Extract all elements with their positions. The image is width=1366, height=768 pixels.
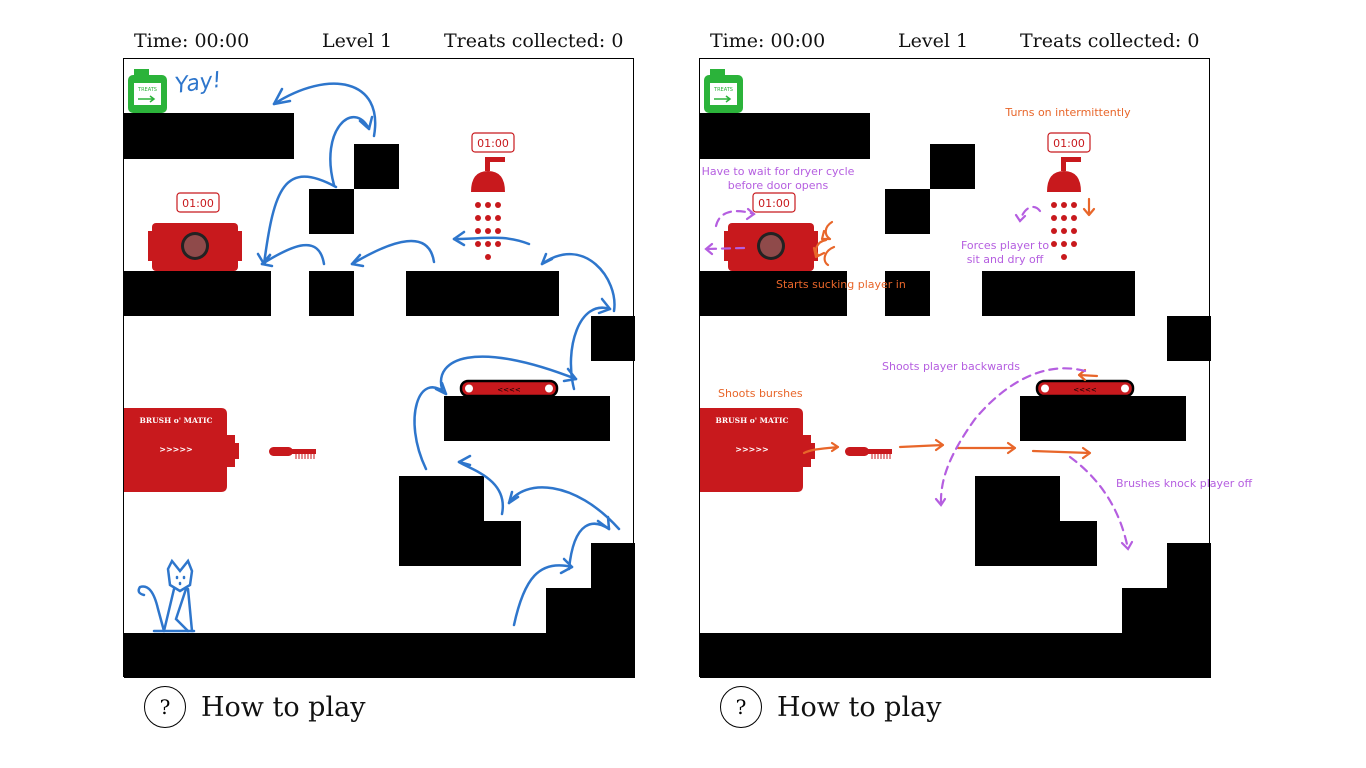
svg-text:01:00: 01:00 xyxy=(758,197,790,210)
platform xyxy=(591,543,635,588)
note-turns-on: Turns on intermittently xyxy=(1004,106,1131,119)
svg-text:01:00: 01:00 xyxy=(477,137,509,150)
time-display: Time: 00:00 xyxy=(134,30,250,52)
svg-text:BRUSH o' MATIC: BRUSH o' MATIC xyxy=(140,416,213,425)
brush-projectile xyxy=(269,447,316,459)
platform xyxy=(309,271,354,316)
platform xyxy=(700,113,870,159)
platform xyxy=(591,316,635,361)
shower-hazard: 01:00 xyxy=(471,132,515,260)
treat-jar-icon[interactable]: TREATS xyxy=(704,69,743,113)
treat-jar-icon[interactable]: TREATS xyxy=(128,69,167,113)
svg-text:BRUSH o' MATIC: BRUSH o' MATIC xyxy=(716,416,789,425)
dryer-hazard: 01:00 xyxy=(724,192,818,271)
cat-player xyxy=(137,558,196,633)
svg-text:01:00: 01:00 xyxy=(1053,137,1085,150)
yay-handwriting: Yay! xyxy=(173,68,223,99)
svg-text:TREATS: TREATS xyxy=(137,87,157,93)
how-to-play-label[interactable]: How to play xyxy=(777,692,941,723)
treats-counter: Treats collected: 0 xyxy=(1020,30,1200,52)
platform xyxy=(975,521,1097,566)
time-display: Time: 00:00 xyxy=(710,30,826,52)
svg-text:>>>>>: >>>>> xyxy=(159,445,193,454)
platform xyxy=(1167,543,1211,588)
note-forces-2: sit and dry off xyxy=(967,253,1044,266)
platform xyxy=(124,113,294,159)
level-display: Level 1 xyxy=(898,30,969,52)
note-brushes-knock: Brushes knock player off xyxy=(1116,477,1253,490)
platform xyxy=(982,271,1135,316)
platform xyxy=(885,189,930,234)
svg-text:>>>>>: >>>>> xyxy=(735,445,769,454)
brush-projectile xyxy=(845,447,892,459)
left-game-panel: Time: 00:00 Level 1 Treats collected: 0 xyxy=(120,0,640,768)
platform xyxy=(399,521,521,566)
platform xyxy=(406,271,559,316)
note-sucking: Starts sucking player in xyxy=(776,278,906,291)
platform xyxy=(309,189,354,234)
floor xyxy=(700,633,1211,678)
platform xyxy=(975,476,1060,521)
platform xyxy=(1020,396,1186,441)
platform xyxy=(930,144,975,189)
help-icon[interactable]: ? xyxy=(720,686,762,728)
platform xyxy=(354,144,399,189)
how-to-play[interactable]: ? How to play xyxy=(144,686,365,728)
note-shoots-brushes: Shoots burshes xyxy=(718,387,803,400)
level-display: Level 1 xyxy=(322,30,393,52)
floor xyxy=(124,633,635,678)
note-shoots-backwards: Shoots player backwards xyxy=(882,360,1020,373)
brush-o-matic: BRUSH o' MATIC >>>>> xyxy=(124,408,239,492)
game-board[interactable]: TREATS Yay! 01:00 01:00 <<<< BRUSH o' MA… xyxy=(123,58,635,678)
game-board[interactable]: TREATS 01:00 01:00 <<<< BRUSH o' MATIC >… xyxy=(699,58,1253,678)
svg-text:<<<<: <<<< xyxy=(497,386,521,394)
note-forces: Forces player to xyxy=(961,239,1049,252)
treats-counter: Treats collected: 0 xyxy=(444,30,624,52)
conveyor-belt: <<<< xyxy=(1035,379,1135,398)
platform xyxy=(1122,588,1211,633)
dryer-hazard: 01:00 xyxy=(148,192,242,271)
svg-text:01:00: 01:00 xyxy=(182,197,214,210)
how-to-play-label[interactable]: How to play xyxy=(201,692,365,723)
shower-hazard: 01:00 xyxy=(1047,132,1091,260)
platform xyxy=(546,588,635,633)
platform xyxy=(124,271,271,316)
svg-text:<<<<: <<<< xyxy=(1073,386,1097,394)
platform xyxy=(399,476,484,521)
note-wait-dryer: Have to wait for dryer cycle xyxy=(702,165,855,178)
help-icon[interactable]: ? xyxy=(144,686,186,728)
svg-text:TREATS: TREATS xyxy=(713,87,733,93)
brush-o-matic: BRUSH o' MATIC >>>>> xyxy=(700,408,815,492)
note-wait-dryer-2: before door opens xyxy=(728,179,829,192)
how-to-play[interactable]: ? How to play xyxy=(720,686,941,728)
right-game-panel: Time: 00:00 Level 1 Treats collected: 0 xyxy=(696,0,1253,768)
conveyor-belt: <<<< xyxy=(459,379,559,398)
platform xyxy=(1167,316,1211,361)
platform xyxy=(444,396,610,441)
